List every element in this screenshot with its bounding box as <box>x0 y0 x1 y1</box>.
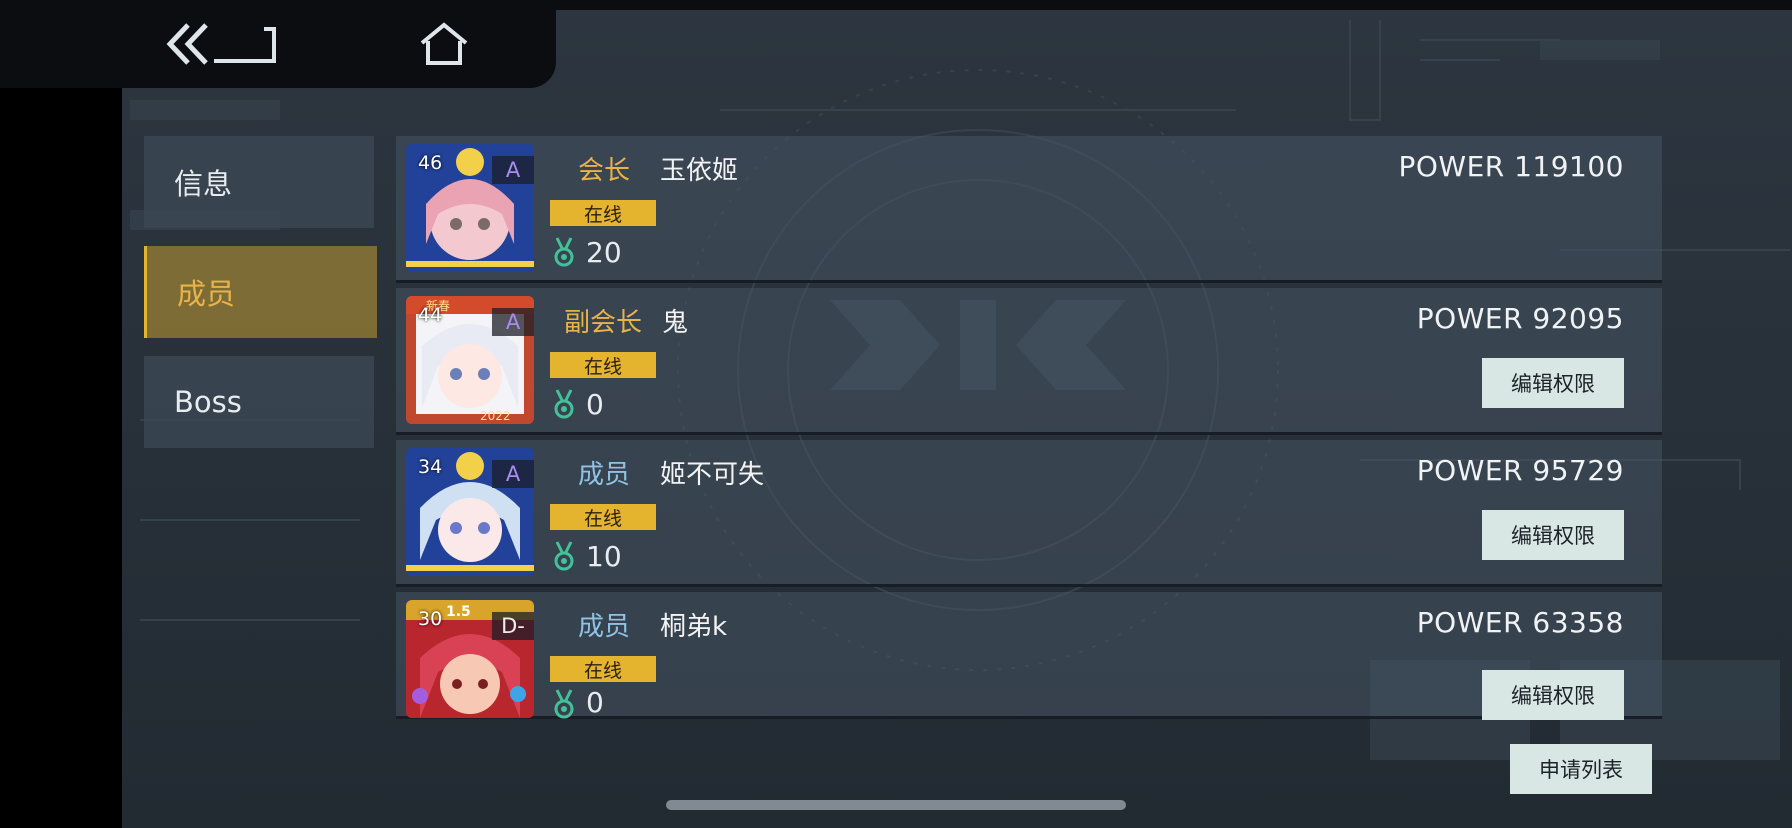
medal-icon <box>554 689 574 719</box>
edit-permission-button[interactable]: 编辑权限 <box>1482 510 1624 560</box>
member-role: 会长 <box>578 156 631 186</box>
edit-permission-button[interactable]: 编辑权限 <box>1482 670 1624 720</box>
medal-count: 10 <box>586 540 622 573</box>
medal-icon <box>554 389 574 419</box>
avatar-year-text: 2022 <box>480 409 511 423</box>
member-row[interactable]: 34 A 成员 姬不可失 在线 10 POWER 95729 编辑权限 <box>396 440 1662 587</box>
member-level: 34 <box>418 456 443 478</box>
double-chevron-left-back-icon <box>166 23 276 65</box>
top-nav-bar <box>0 0 556 88</box>
member-grade: A <box>492 308 534 336</box>
member-power: POWER 119100 <box>1398 150 1624 183</box>
member-grade: A <box>492 156 534 184</box>
member-level: 44 <box>418 304 443 326</box>
medal-count: 0 <box>586 388 604 421</box>
tab-info-label: 信息 <box>174 167 233 201</box>
online-status-badge: 在线 <box>550 656 656 682</box>
member-role: 副会长 <box>564 308 643 338</box>
member-avatar[interactable]: 34 A <box>406 448 534 576</box>
member-grade: D- <box>492 612 534 640</box>
member-avatar[interactable]: 1.5 30 D- <box>406 600 534 718</box>
medal-count: 0 <box>586 686 604 719</box>
tab-boss-label: Boss <box>174 385 242 419</box>
tab-info[interactable]: 信息 <box>144 136 374 228</box>
member-power: POWER 92095 <box>1416 302 1624 335</box>
back-button[interactable] <box>162 14 282 74</box>
online-status-badge: 在线 <box>550 352 656 378</box>
member-row[interactable]: 新春 2022 44 A 副会长 鬼 在线 0 POWER 92095 编辑权限 <box>396 288 1662 435</box>
medal-count: 20 <box>586 236 622 269</box>
tab-members[interactable]: 成员 <box>144 246 377 338</box>
member-grade: A <box>492 460 534 488</box>
member-role: 成员 <box>578 460 631 490</box>
avatar-badge-text: 1.5 <box>446 604 471 620</box>
scrollbar[interactable] <box>666 800 1126 810</box>
member-role: 成员 <box>578 612 631 642</box>
edit-permission-button[interactable]: 编辑权限 <box>1482 358 1624 408</box>
medal-icon <box>554 237 574 267</box>
member-name: 姬不可失 <box>660 460 765 490</box>
online-status-badge: 在线 <box>550 200 656 226</box>
member-power: POWER 95729 <box>1416 454 1624 487</box>
member-level: 30 <box>418 608 443 630</box>
online-status-badge: 在线 <box>550 504 656 530</box>
tab-members-label: 成员 <box>177 277 236 311</box>
member-power: POWER 63358 <box>1416 606 1624 639</box>
member-avatar[interactable]: 新春 2022 44 A <box>406 296 534 424</box>
member-name: 鬼 <box>662 308 689 338</box>
member-level: 46 <box>418 152 443 174</box>
home-icon <box>420 22 468 65</box>
member-name: 玉依姬 <box>660 156 739 186</box>
tab-boss[interactable]: Boss <box>144 356 374 448</box>
member-row[interactable]: 46 A 会长 玉依姬 在线 20 POWER 119100 <box>396 136 1662 283</box>
medal-icon <box>554 541 574 571</box>
member-name: 桐弟k <box>660 612 728 642</box>
apply-list-button[interactable]: 申请列表 <box>1510 744 1652 794</box>
member-avatar[interactable]: 46 A <box>406 144 534 272</box>
home-button[interactable] <box>384 14 504 74</box>
member-row[interactable]: 1.5 30 D- 成员 桐弟k 在线 0 POWER 63358 编辑权限 <box>396 592 1662 720</box>
